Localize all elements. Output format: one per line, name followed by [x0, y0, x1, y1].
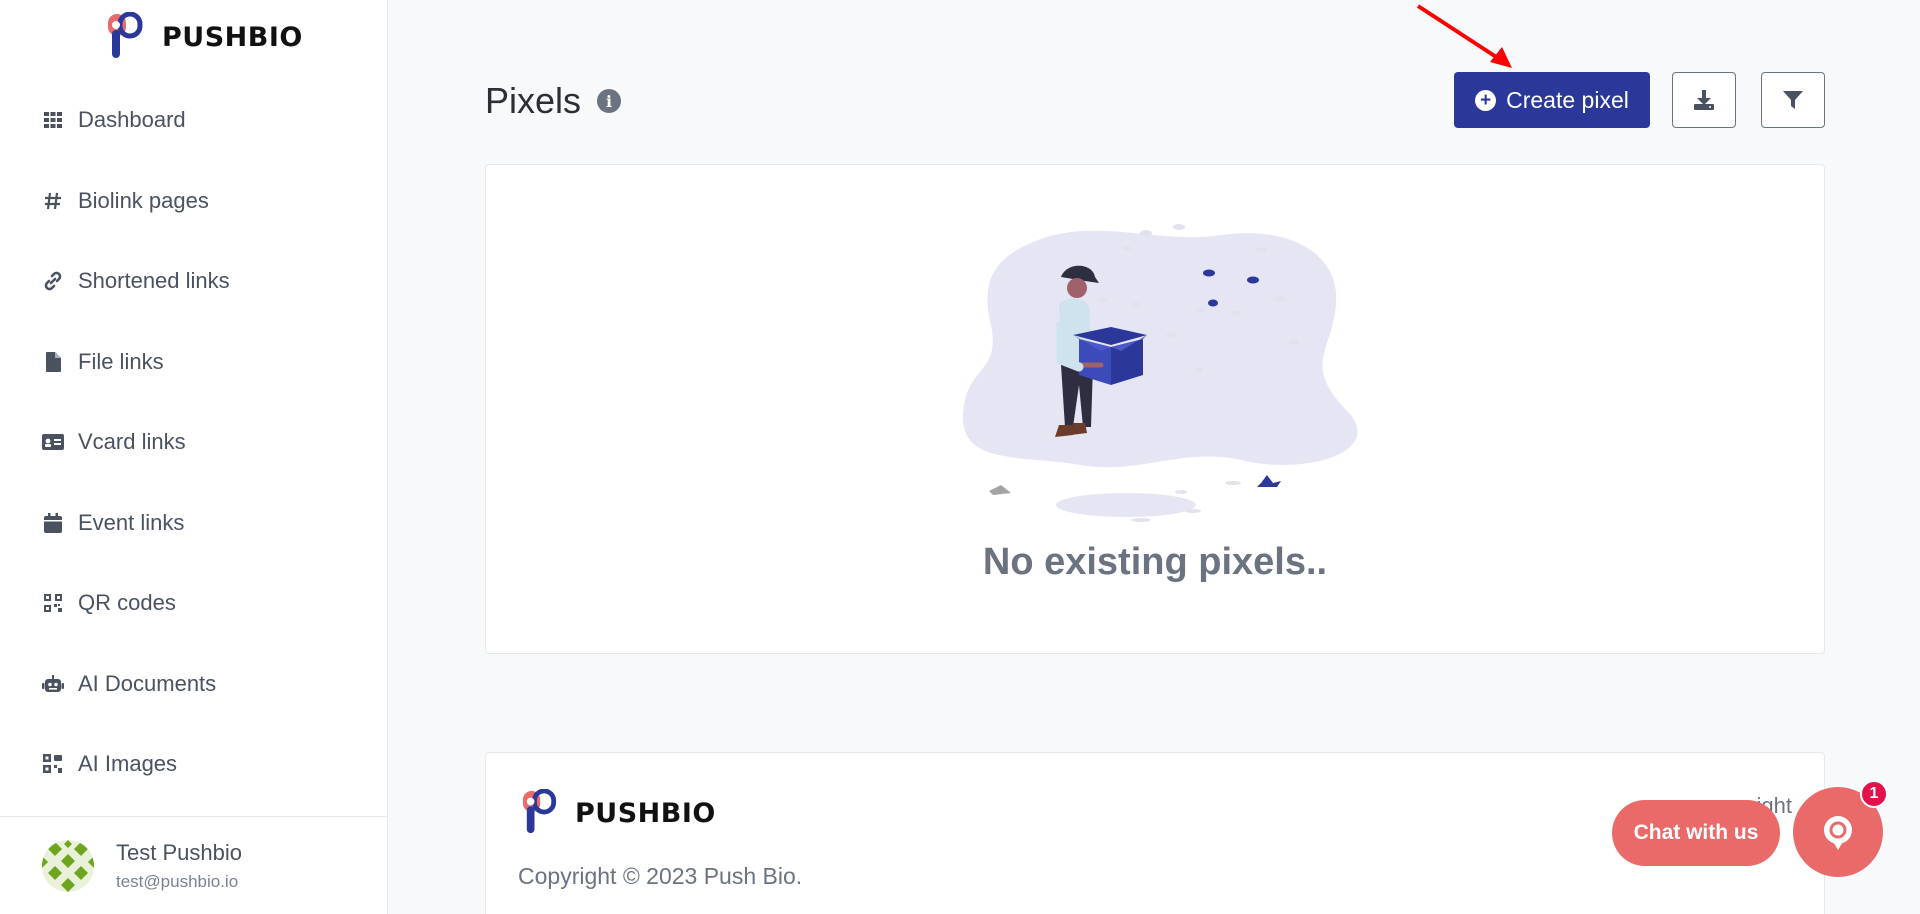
download-icon — [1694, 90, 1714, 110]
footer-copyright: Copyright © 2023 Push Bio. — [518, 863, 803, 889]
sidebar-item-ai-images[interactable]: AI Images — [0, 724, 387, 805]
sidebar-item-label: Biolink pages — [78, 187, 209, 213]
footer-brand-logo[interactable]: PUSHBIO — [521, 789, 716, 837]
sidebar-item-biolink-pages[interactable]: Biolink pages — [0, 161, 387, 242]
sidebar-item-label: Dashboard — [78, 107, 186, 133]
sidebar-item-label: File links — [78, 348, 164, 374]
user-name: Test Pushbio — [116, 839, 242, 865]
chat-notification-badge: 1 — [1860, 780, 1888, 808]
user-email: test@pushbio.io — [116, 871, 239, 891]
calendar-icon — [42, 512, 64, 534]
pixels-empty-state: No existing pixels.. — [485, 164, 1825, 654]
plus-circle-icon: + — [1475, 89, 1497, 111]
footer-brand-wordmark: PUSHBIO — [575, 797, 716, 829]
create-pixel-button[interactable]: + Create pixel — [1454, 72, 1650, 128]
create-pixel-label: Create pixel — [1506, 86, 1629, 113]
sidebar-nav: Dashboard Biolink pages Shortened links … — [0, 80, 387, 805]
info-icon[interactable]: i — [597, 89, 622, 113]
sidebar-item-label: Shortened links — [78, 268, 230, 294]
pushbio-logo-icon — [522, 789, 557, 834]
annotation-arrow-icon — [1416, 4, 1512, 68]
chat-label: Chat with us — [1633, 821, 1759, 844]
sidebar-item-label: AI Images — [78, 751, 178, 777]
user-info: Test Pushbio test@pushbio.io — [116, 840, 242, 892]
qrcode-icon — [42, 592, 64, 614]
link-icon — [42, 270, 64, 292]
export-button[interactable] — [1672, 72, 1736, 128]
grid-icon — [42, 109, 64, 131]
sidebar-item-label: Event links — [78, 509, 185, 535]
user-account-menu[interactable]: Test Pushbio test@pushbio.io — [0, 816, 387, 914]
pushbio-logo-icon — [108, 12, 143, 58]
sidebar-item-qr-codes[interactable]: QR codes — [0, 563, 387, 644]
sidebar-item-dashboard[interactable]: Dashboard — [0, 80, 387, 161]
brand-wordmark: PUSHBIO — [162, 21, 303, 53]
sidebar-item-ai-documents[interactable]: AI Documents — [0, 644, 387, 725]
images-icon — [42, 753, 64, 775]
avatar — [42, 839, 94, 892]
chat-with-us-button[interactable]: Chat with us — [1612, 800, 1780, 866]
brand-logo[interactable]: PUSHBIO — [106, 12, 303, 62]
sidebar-item-label: Vcard links — [78, 429, 186, 455]
sidebar-item-event-links[interactable]: Event links — [0, 483, 387, 564]
chat-bubble-icon — [1824, 816, 1852, 850]
filter-button[interactable] — [1761, 72, 1825, 128]
file-icon — [42, 351, 64, 373]
sidebar: PUSHBIO Dashboard Biolink pages Shortene… — [0, 0, 388, 914]
empty-state-illustration — [962, 224, 1358, 522]
id-card-icon — [42, 431, 64, 453]
page-header: Pixels i — [485, 80, 622, 122]
page-title: Pixels — [485, 80, 582, 121]
empty-state-message: No existing pixels.. — [982, 541, 1328, 583]
sidebar-item-label: AI Documents — [78, 670, 217, 696]
hashtag-icon — [42, 190, 64, 212]
robot-icon — [42, 673, 64, 695]
sidebar-item-label: QR codes — [78, 590, 176, 616]
sidebar-item-file-links[interactable]: File links — [0, 322, 387, 403]
sidebar-item-vcard-links[interactable]: Vcard links — [0, 402, 387, 483]
filter-icon — [1783, 91, 1803, 109]
sidebar-item-shortened-links[interactable]: Shortened links — [0, 241, 387, 322]
